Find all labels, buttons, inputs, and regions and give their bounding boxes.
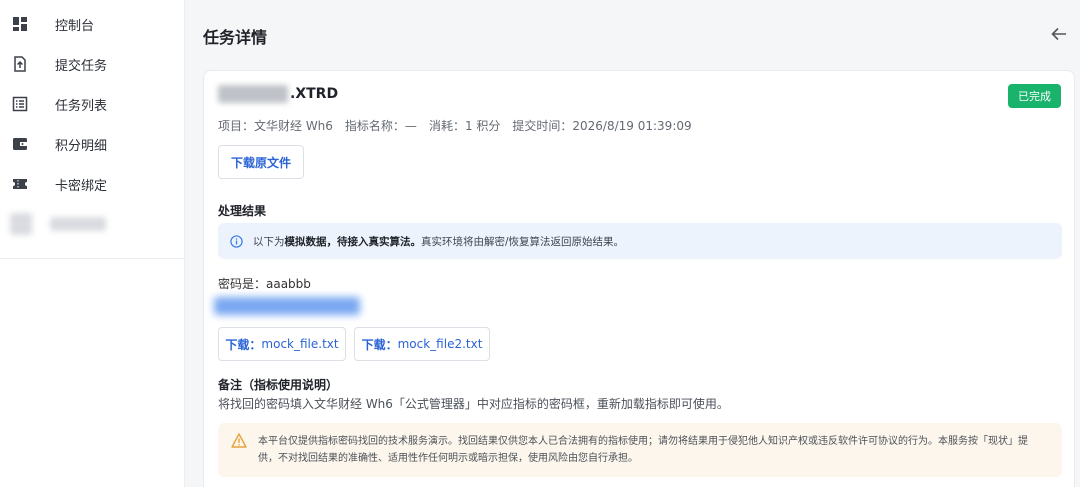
dashboard-icon <box>12 16 28 32</box>
warning-icon <box>231 433 247 448</box>
upload-file-icon <box>12 56 28 72</box>
password-result: 密码是：aaabbb <box>218 277 311 291</box>
download-filename: mock_file.txt <box>261 337 339 351</box>
sidebar-item-user[interactable] <box>0 204 184 244</box>
result-title: 处理结果 <box>218 204 267 218</box>
file-name-blurred <box>218 85 288 103</box>
note-title: 备注（指标使用说明） <box>218 378 339 392</box>
arrow-left-icon <box>1051 27 1066 41</box>
wallet-icon <box>12 136 28 152</box>
sidebar-item-label: 卡密绑定 <box>55 178 108 194</box>
blurred-link <box>214 297 360 315</box>
meta-cost: 消耗：1 积分 <box>428 119 501 133</box>
meta-project: 项目：文华财经 Wh6 <box>218 119 333 133</box>
file-extension: .XTRD <box>290 86 339 102</box>
meta-submit-time: 提交时间：2026/8/19 01:39:09 <box>512 119 692 133</box>
info-icon <box>230 234 243 248</box>
download-original-button[interactable]: 下载原文件 <box>218 145 304 179</box>
download-filename: mock_file2.txt <box>397 337 483 351</box>
task-detail-card: .XTRD 已完成 项目：文华财经 Wh6 指标名称：— 消耗：1 积分 提交时… <box>203 70 1075 487</box>
disclaimer-line-2: 供，不对找回结果的准确性、适用性作任何明示或暗示担保，使用风险由您自行承担。 <box>258 453 638 464</box>
meta-indicator: 指标名称：— <box>344 119 417 133</box>
download-prefix: 下载： <box>361 337 398 352</box>
sidebar-item-submit-task[interactable]: 提交任务 <box>0 44 184 84</box>
disclaimer-line-1: 本平台仅提供指标密码找回的技术服务演示。找回结果仅供您本人已合法拥有的指标使用；… <box>258 436 1028 447</box>
avatar <box>10 213 32 235</box>
ticket-icon <box>12 176 28 192</box>
sidebar-item-label: 提交任务 <box>55 58 108 74</box>
sidebar-item-label: 任务列表 <box>55 98 108 114</box>
sidebar-item-card-bind[interactable]: 卡密绑定 <box>0 164 184 204</box>
info-prefix: 以下为 <box>253 235 285 248</box>
sidebar-item-label: 积分明细 <box>55 138 108 154</box>
sidebar-item-label: 控制台 <box>55 18 95 34</box>
file-name: .XTRD <box>218 85 338 103</box>
sidebar-item-dashboard[interactable]: 控制台 <box>0 4 184 44</box>
info-bold: 模拟数据，待接入真实算法。 <box>284 235 422 248</box>
note-body: 将找回的密码填入文华财经 Wh6「公式管理器」中对应指标的密码框，重新加载指标即… <box>218 397 729 411</box>
download-file2-button[interactable]: 下载： mock_file2.txt <box>354 327 490 361</box>
status-badge: 已完成 <box>1008 84 1061 108</box>
task-meta: 项目：文华财经 Wh6 指标名称：— 消耗：1 积分 提交时间：2026/8/1… <box>218 117 692 134</box>
page-title: 任务详情 <box>203 28 268 47</box>
list-icon <box>12 96 28 112</box>
back-button[interactable] <box>1050 26 1068 42</box>
download-file-button[interactable]: 下载： mock_file.txt <box>218 327 346 361</box>
info-alert: 以下为 模拟数据，待接入真实算法。 真实环境将由解密/恢复算法返回原始结果。 <box>218 223 1062 259</box>
sidebar-item-task-list[interactable]: 任务列表 <box>0 84 184 124</box>
info-rest: 真实环境将由解密/恢复算法返回原始结果。 <box>421 235 625 248</box>
disclaimer-alert: 本平台仅提供指标密码找回的技术服务演示。找回结果仅供您本人已合法拥有的指标使用；… <box>218 423 1062 477</box>
sidebar: 控制台 提交任务 任务列表 积分明细 卡密绑定 <box>0 0 185 487</box>
sidebar-item-points[interactable]: 积分明细 <box>0 124 184 164</box>
user-name-blurred <box>50 217 106 231</box>
sidebar-divider <box>0 258 184 259</box>
download-prefix: 下载： <box>225 337 262 352</box>
